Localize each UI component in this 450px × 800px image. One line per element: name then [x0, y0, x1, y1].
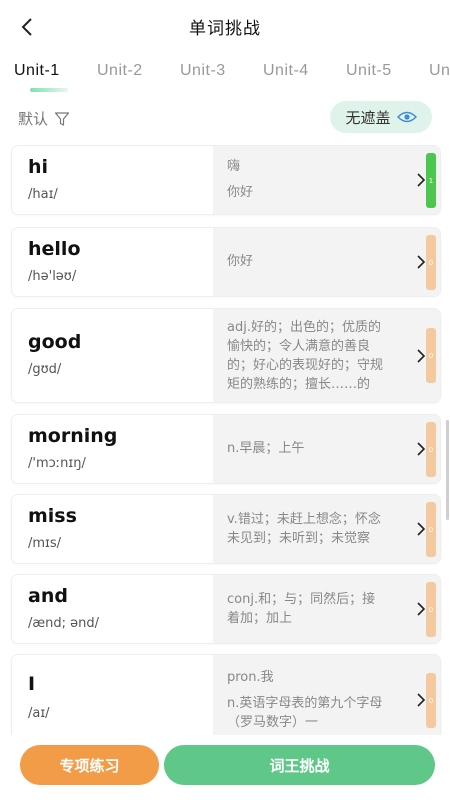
- meaning-side: 嗨 你好 1: [213, 146, 440, 214]
- word-card[interactable]: hello /hə'ləʊ/ 你好 0: [12, 228, 440, 296]
- progress-badge: 0: [426, 328, 436, 383]
- meaning-side: adj.好的；出色的；优质的 愉快的；令人满意的善良 的；好心的表现好的；守规 …: [213, 309, 440, 402]
- scrollbar[interactable]: [446, 420, 449, 520]
- word-side: and /ænd; ənd/: [12, 575, 212, 643]
- meaning-side: n.早晨；上午 0: [213, 415, 440, 483]
- chevron-right-icon[interactable]: [416, 602, 426, 616]
- word-side: miss /mɪs/: [12, 495, 212, 563]
- meaning-line: 未见到；未听到；未觉察: [227, 531, 371, 546]
- meaning-line: 愉快的；令人满意的善良: [227, 339, 371, 354]
- word-phonetic: /ænd; ənd/: [28, 616, 100, 631]
- progress-badge: 0: [426, 235, 436, 290]
- word-card[interactable]: and /ænd; ənd/ conj.和；与；同然后；接 着加；加上 0: [12, 575, 440, 643]
- progress-badge: 0: [426, 582, 436, 637]
- meaning-line: （罗马数字）一: [227, 715, 319, 730]
- word-phonetic: /mɪs/: [28, 536, 62, 551]
- meaning-side: conj.和；与；同然后；接 着加；加上 0: [213, 575, 440, 643]
- meaning-line: 你好: [227, 185, 254, 200]
- meaning-side: 你好 0: [213, 228, 440, 296]
- word-side: I /aɪ/: [12, 655, 212, 741]
- special-practice-button[interactable]: 专项练习: [20, 745, 159, 785]
- chevron-right-icon[interactable]: [416, 173, 426, 187]
- word-king-challenge-button[interactable]: 词王挑战: [164, 745, 435, 785]
- word-card[interactable]: good /gʊd/ adj.好的；出色的；优质的 愉快的；令人满意的善良 的；…: [12, 309, 440, 402]
- chevron-right-icon[interactable]: [416, 442, 426, 456]
- tab-indicator: [30, 88, 68, 92]
- word-side: morning /'mɔːnɪŋ/: [12, 415, 212, 483]
- chevron-right-icon[interactable]: [416, 255, 426, 269]
- word-card[interactable]: morning /'mɔːnɪŋ/ n.早晨；上午 0: [12, 415, 440, 483]
- chevron-right-icon[interactable]: [416, 349, 426, 363]
- meaning-line: n.英语字母表的第九个字母: [227, 696, 383, 711]
- meaning-line: conj.和；与；同然后；接: [227, 592, 376, 607]
- filter-row: 默认 无遮盖: [0, 100, 450, 136]
- word-phonetic: /gʊd/: [28, 362, 62, 377]
- meaning-line: n.早晨；上午: [227, 441, 305, 456]
- meaning-line: 嗨: [227, 159, 241, 174]
- word-text: hi: [28, 156, 49, 178]
- word-text: morning: [28, 425, 118, 447]
- word-text: I: [28, 673, 36, 695]
- sort-label: 默认: [18, 110, 49, 128]
- meaning-line: adj.好的；出色的；优质的: [227, 320, 381, 335]
- word-side: hi /haɪ/: [12, 146, 212, 214]
- tab-unit-5[interactable]: Unit-5: [346, 62, 392, 80]
- word-phonetic: /hə'ləʊ/: [28, 269, 77, 284]
- word-text: and: [28, 585, 68, 607]
- word-phonetic: /aɪ/: [28, 706, 50, 721]
- page-title: 单词挑战: [189, 18, 261, 39]
- word-card[interactable]: hi /haɪ/ 嗨 你好 1: [12, 146, 440, 214]
- tab-unit-2[interactable]: Unit-2: [97, 62, 143, 80]
- tab-unit-4[interactable]: Unit-4: [263, 62, 309, 80]
- mask-label: 无遮盖: [345, 108, 391, 127]
- word-card[interactable]: miss /mɪs/ v.错过；未赶上想念；怀念 未见到；未听到；未觉察 0: [12, 495, 440, 563]
- chevron-right-icon[interactable]: [416, 522, 426, 536]
- word-text: miss: [28, 505, 77, 527]
- tab-unit-1[interactable]: Unit-1: [14, 62, 60, 80]
- meaning-line: pron.我: [227, 670, 274, 685]
- meaning-line: 矩的熟练的；擅长……的: [227, 377, 371, 392]
- word-phonetic: /'mɔːnɪŋ/: [28, 456, 86, 471]
- progress-badge: 1: [426, 153, 436, 208]
- meaning-line: 着加；加上: [227, 611, 293, 626]
- tab-unit-3[interactable]: Unit-3: [180, 62, 226, 80]
- word-side: hello /hə'ləʊ/: [12, 228, 212, 296]
- filter-funnel-icon: [54, 111, 70, 126]
- meaning-line: 的；好心的表现好的；守规: [227, 358, 384, 373]
- progress-badge: 0: [426, 422, 436, 477]
- tab-unit-6[interactable]: Unit-6: [429, 62, 450, 80]
- sort-dropdown[interactable]: 默认: [18, 108, 70, 129]
- header: 单词挑战: [0, 0, 450, 52]
- word-text: hello: [28, 238, 81, 260]
- word-card[interactable]: I /aɪ/ pron.我 n.英语字母表的第九个字母 （罗马数字）一 0: [12, 655, 440, 741]
- word-phonetic: /haɪ/: [28, 187, 58, 202]
- meaning-line: 你好: [227, 254, 254, 269]
- word-text: good: [28, 331, 82, 353]
- progress-badge: 0: [426, 502, 436, 557]
- chevron-right-icon[interactable]: [416, 693, 426, 707]
- progress-badge: 0: [426, 673, 436, 728]
- word-side: good /gʊd/: [12, 309, 212, 402]
- meaning-side: v.错过；未赶上想念；怀念 未见到；未听到；未觉察 0: [213, 495, 440, 563]
- unit-tabs: Unit-1 Unit-2 Unit-3 Unit-4 Unit-5 Unit-…: [0, 56, 450, 96]
- bottom-action-bar: 专项练习 词王挑战: [0, 735, 450, 800]
- meaning-side: pron.我 n.英语字母表的第九个字母 （罗马数字）一 0: [213, 655, 440, 741]
- back-arrow-icon[interactable]: [14, 14, 40, 40]
- eye-icon: [396, 111, 417, 123]
- meaning-line: v.错过；未赶上想念；怀念: [227, 512, 381, 527]
- mask-toggle-button[interactable]: 无遮盖: [330, 101, 432, 133]
